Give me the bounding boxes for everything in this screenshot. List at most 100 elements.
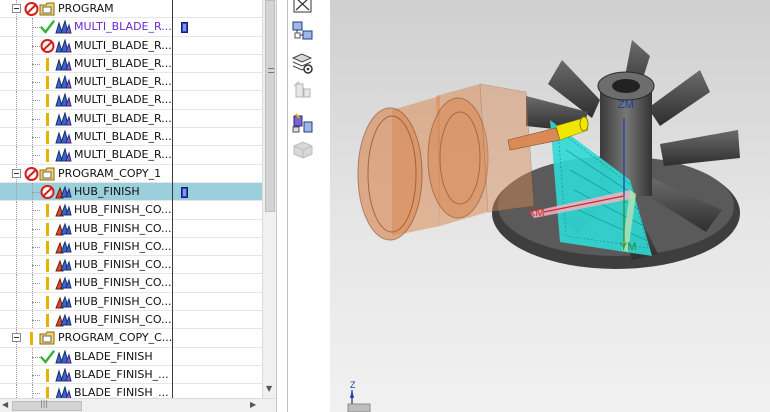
tree-guide-line (16, 201, 17, 219)
operation-name-cell[interactable]: PROGRAM_COPY_C... (0, 329, 172, 347)
needs-regeneration-icon (40, 221, 55, 237)
scroll-down-arrow-icon[interactable]: ▼ (266, 384, 272, 393)
multi-blade-operation-icon (55, 92, 72, 107)
scroll-grip-text: ||| (40, 399, 49, 408)
operation-name-cell[interactable]: HUB_FINISH_CO... (0, 201, 172, 219)
operation-name: HUB_FINISH (74, 184, 140, 198)
operation-name: PROGRAM_COPY_1 (58, 166, 162, 180)
complete-checkmark-icon (40, 349, 55, 365)
tree-guide-line (16, 54, 17, 73)
operation-row[interactable]: BLADE_FINISH_... (0, 365, 262, 385)
tree-guide-line (16, 18, 17, 36)
operation-name-cell[interactable]: PROGRAM_COPY_1 (0, 164, 172, 182)
hub-finish-operation-icon (55, 313, 72, 327)
operation-row[interactable]: MULTI_BLADE_R... (0, 18, 262, 37)
operation-row[interactable]: MULTI_BLADE_R... (0, 146, 262, 165)
history-cube-icon[interactable] (290, 138, 316, 162)
operation-row[interactable]: MULTI_BLADE_R... (0, 128, 262, 147)
assembly-navigator-icon[interactable] (290, 20, 316, 44)
operation-row[interactable]: BLADE_FINISH (0, 347, 262, 366)
operation-row[interactable]: HUB_FINISH_CO... (0, 292, 262, 312)
operation-name-cell[interactable]: HUB_FINISH (0, 182, 172, 201)
program-group-row[interactable]: PROGRAM_COPY_1 (0, 164, 262, 183)
operation-name-cell[interactable]: MULTI_BLADE_R... (0, 109, 172, 128)
operation-row[interactable]: MULTI_BLADE_R... (0, 91, 262, 110)
needs-regeneration-icon (40, 294, 55, 310)
operation-row[interactable]: BLADE_FINISH_... (0, 384, 262, 398)
operation-name-cell[interactable]: HUB_FINISH_CO... (0, 237, 172, 256)
program-group-row[interactable]: PROGRAM (0, 0, 262, 19)
operation-name-cell[interactable]: HUB_FINISH_CO... (0, 256, 172, 274)
operation-row[interactable]: MULTI_BLADE_R... (0, 73, 262, 92)
operation-name-cell[interactable]: HUB_FINISH_CO... (0, 274, 172, 292)
tree-guide-line (16, 219, 17, 237)
tree-guide-line (16, 311, 17, 329)
scroll-left-arrow-icon[interactable]: ◀ (2, 400, 8, 409)
tree-guide-line (32, 393, 40, 395)
operation-name-cell[interactable]: HUB_FINISH_CO... (0, 219, 172, 237)
column-separator[interactable] (172, 0, 173, 398)
operation-row[interactable]: HUB_FINISH_CO... (0, 311, 262, 330)
collapse-toggle-icon[interactable] (12, 168, 21, 178)
path-status-cell (174, 18, 262, 35)
program-group-row[interactable]: PROGRAM_COPY_C... (0, 329, 262, 348)
operation-row[interactable]: HUB_FINISH (0, 182, 262, 202)
tree-guide-line (16, 146, 17, 164)
needs-regeneration-icon (40, 129, 55, 145)
path-status-cell (174, 183, 262, 200)
operation-name-cell[interactable]: MULTI_BLADE_R... (0, 18, 172, 36)
collapse-toggle-icon[interactable] (12, 4, 21, 13)
operation-name-cell[interactable]: HUB_FINISH_CO... (0, 311, 172, 329)
operation-row[interactable]: HUB_FINISH_CO... (0, 256, 262, 275)
path-status-cell (174, 91, 262, 108)
collapse-toggle-icon[interactable] (12, 333, 21, 343)
needs-regeneration-icon (40, 239, 55, 255)
blade-finish-operation-icon (55, 385, 72, 398)
graphics-window[interactable]: ZM XM YM Z (330, 0, 770, 412)
operation-name-cell[interactable]: PROGRAM (0, 0, 172, 18)
operation-name-cell[interactable]: MULTI_BLADE_R... (0, 73, 172, 91)
operation-name-cell[interactable]: MULTI_BLADE_R... (0, 36, 172, 54)
tree-guide-line (32, 27, 40, 29)
toolpath-generated-icon (181, 186, 188, 198)
path-status-cell (174, 311, 262, 328)
part-navigator-gear-icon[interactable] (290, 52, 316, 76)
program-group-icon (39, 167, 56, 181)
operation-name-cell[interactable]: HUB_FINISH_CO... (0, 292, 172, 311)
operation-name-cell[interactable]: MULTI_BLADE_R... (0, 128, 172, 146)
operation-row[interactable]: MULTI_BLADE_R... (0, 54, 262, 74)
operation-name-cell[interactable]: MULTI_BLADE_R... (0, 91, 172, 109)
operation-row[interactable]: HUB_FINISH_CO... (0, 219, 262, 238)
operation-name-cell[interactable]: MULTI_BLADE_R... (0, 146, 172, 164)
tree-guide-line (32, 45, 40, 47)
horizontal-scrollbar[interactable]: ◀ ||| ▶ (0, 398, 276, 412)
operation-name-cell[interactable]: BLADE_FINISH (0, 347, 172, 365)
operation-row[interactable]: HUB_FINISH_CO... (0, 237, 262, 257)
tree-guide-line (32, 100, 40, 102)
constraint-navigator-icon[interactable] (290, 80, 316, 104)
operation-row[interactable]: HUB_FINISH_CO... (0, 274, 262, 293)
operation-name: HUB_FINISH_CO... (74, 294, 172, 308)
close-view-icon[interactable] (290, 0, 316, 18)
horizontal-scroll-thumb[interactable]: ||| (12, 399, 82, 411)
operation-row[interactable]: HUB_FINISH_CO... (0, 201, 262, 220)
operation-row[interactable]: MULTI_BLADE_R... (0, 109, 262, 129)
path-status-cell (174, 256, 262, 273)
tree-guide-line (32, 155, 40, 157)
operation-name-cell[interactable]: BLADE_FINISH_... (0, 384, 172, 398)
operation-name-cell[interactable]: MULTI_BLADE_R... (0, 54, 172, 73)
vertical-scrollbar[interactable]: ▼ (262, 0, 276, 398)
zm-axis-label: ZM (618, 99, 634, 111)
tree-guide-line (32, 374, 40, 376)
impeller-model[interactable]: ZM XM YM (330, 0, 770, 412)
operation-navigator-icon[interactable] (290, 112, 316, 136)
operation-row[interactable]: MULTI_BLADE_R... (0, 36, 262, 55)
multi-blade-operation-icon (55, 147, 72, 162)
view-triad: Z (346, 376, 386, 412)
blade-finish-operation-icon (55, 348, 72, 364)
vertical-scroll-thumb[interactable] (265, 0, 275, 212)
operation-name-cell[interactable]: BLADE_FINISH_... (0, 365, 172, 384)
operation-name: HUB_FINISH_CO... (74, 239, 172, 253)
needs-regeneration-icon (40, 312, 55, 328)
scroll-right-arrow-icon[interactable]: ▶ (250, 400, 256, 409)
